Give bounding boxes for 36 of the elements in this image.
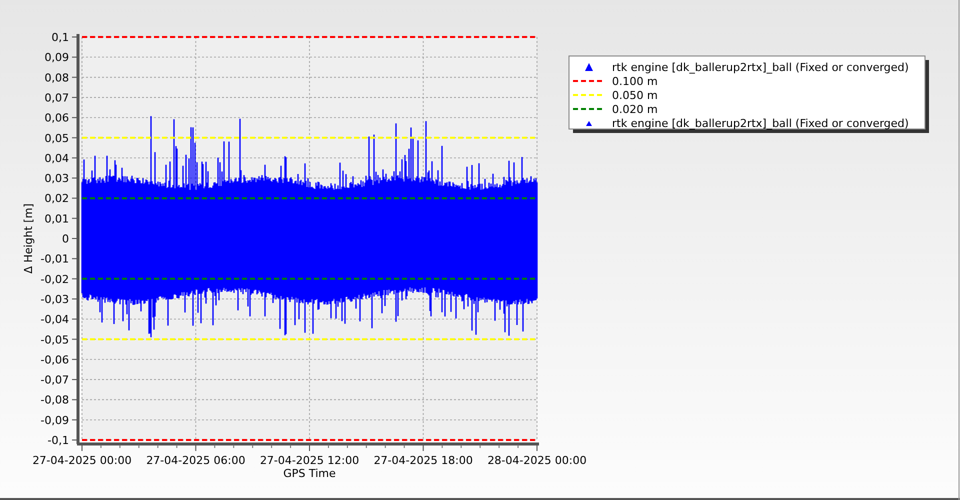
y-tick-label: 0,01 <box>44 212 69 226</box>
y-tick-label: 0 <box>62 232 69 246</box>
y-tick-label: 0,06 <box>44 112 69 125</box>
legend-label: 0.050 m <box>612 89 658 102</box>
legend-label: rtk engine [dk_ballerup2rtx]_ball (Fixed or converged) <box>612 117 909 130</box>
y-tick-label: -0,1 <box>48 434 69 447</box>
y-tick-label: 0,04 <box>44 152 69 165</box>
y-tick-label: 0,02 <box>44 192 69 206</box>
dashed-line-icon <box>573 80 604 82</box>
y-tick-label: 0,1 <box>52 31 69 44</box>
x-tick-label: 27-04-2025 00:00 <box>32 454 132 467</box>
x-axis-title: GPS Time <box>283 467 336 480</box>
y-tick-label: 0,05 <box>44 132 69 145</box>
y-tick-label: -0,03 <box>40 292 69 306</box>
y-tick-label: 0,09 <box>44 51 69 64</box>
y-tick-label: -0,04 <box>40 313 69 326</box>
x-tick-label: 27-04-2025 12:00 <box>260 454 360 467</box>
y-tick-label: 0,07 <box>44 91 69 104</box>
dashed-line-icon <box>573 108 604 110</box>
y-tick-label: 0,08 <box>44 71 69 84</box>
y-tick-label: -0,07 <box>40 374 69 387</box>
y-tick-label: -0,01 <box>40 252 69 266</box>
y-tick-label: 0,03 <box>44 172 69 186</box>
x-tick-label: 27-04-2025 18:00 <box>374 454 473 467</box>
y-tick-label: -0,08 <box>40 394 69 407</box>
dashed-line-icon <box>573 94 604 96</box>
x-tick-label: 27-04-2025 06:00 <box>146 454 246 467</box>
y-tick-label: -0,02 <box>40 272 69 286</box>
y-tick-label: -0,06 <box>40 353 69 366</box>
y-axis-title: Δ Height [m] <box>22 203 35 274</box>
legend-label: rtk engine [dk_ballerup2rtx]_ball (Fixed or converged) <box>612 61 909 74</box>
y-tick-label: -0,05 <box>40 333 69 346</box>
legend-label: 0.020 m <box>612 103 658 116</box>
y-tick-label: -0,09 <box>40 414 69 427</box>
legend-label: 0.100 m <box>612 75 658 88</box>
x-tick-label: 28-04-2025 00:00 <box>487 454 587 467</box>
